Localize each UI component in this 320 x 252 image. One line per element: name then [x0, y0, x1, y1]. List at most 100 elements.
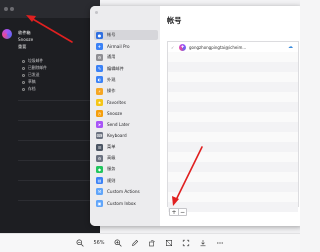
mail-app-titlebar	[0, 0, 100, 18]
preferences-window: ● 帐号 ✈ Airmail Pro ⚙ 通用 ✎ 编辑邮件 ◐ 外观 ⚡ 操作 ★ Favorites ◷…	[90, 6, 300, 226]
folder-icon	[22, 73, 25, 77]
sidebar-item-label: 高级	[107, 155, 116, 161]
sidebar-item[interactable]: ▣ Custom Inbox	[94, 198, 158, 208]
sidebar-item-label: Keyboard	[107, 133, 127, 139]
folder-drafts[interactable]: 草稿	[22, 79, 36, 85]
sidebar-item-icon: ⌨	[96, 132, 103, 140]
viewer-toolbar: 56%	[0, 233, 300, 252]
nav-item-inbox[interactable]: 收件箱	[18, 29, 31, 36]
sidebar-item-icon: ★	[96, 98, 103, 106]
divider	[18, 100, 98, 101]
sidebar-item[interactable]: ◐ 外观	[94, 75, 158, 85]
sidebar-item-label: 通用	[107, 54, 116, 60]
sidebar-item-icon: ⚒	[96, 188, 103, 196]
rotate-button[interactable]	[148, 239, 156, 247]
checkmark-icon[interactable]: ✓	[171, 45, 177, 50]
empty-row	[168, 102, 298, 112]
empty-row	[168, 182, 298, 192]
folder-icon	[22, 80, 25, 84]
sidebar-item[interactable]: ⚡ 操作	[94, 86, 158, 96]
sidebar-item-label: 服务	[107, 166, 116, 172]
mail-app-window: 收件箱 Snooze 重要 垃圾邮件 已删除邮件 已发送 草稿 存档	[0, 0, 100, 233]
folder-icon	[22, 66, 25, 70]
divider	[18, 140, 98, 141]
sidebar-item-icon: ◐	[96, 76, 103, 84]
sidebar-item-label: 帐号	[107, 32, 116, 37]
nav-item-snooze[interactable]: Snooze	[18, 36, 33, 43]
account-avatar-icon: ✚	[179, 43, 186, 51]
page-title: 帐号	[167, 16, 182, 25]
folder-archive[interactable]: 存档	[22, 86, 36, 92]
close-window-button[interactable]	[95, 11, 98, 14]
minimize-window-button[interactable]	[10, 7, 14, 11]
sidebar-item[interactable]: ★ Favorites	[94, 97, 158, 107]
zoom-in-icon	[114, 239, 122, 247]
sidebar-item[interactable]: ⚙ 通用	[94, 52, 158, 62]
sidebar-item-icon: ◆	[96, 165, 103, 173]
sidebar-item-label: 外观	[107, 76, 116, 82]
sidebar-item[interactable]: ☰ 菜单	[94, 142, 158, 152]
empty-row	[168, 162, 298, 172]
account-avatar[interactable]	[2, 29, 12, 39]
sidebar-item-icon: ⚡	[96, 87, 103, 95]
nav-item-important[interactable]: 重要	[18, 43, 26, 50]
divider	[18, 160, 98, 161]
folder-sent[interactable]: 已发送	[22, 72, 39, 78]
sidebar-item[interactable]: ✎ 编辑邮件	[94, 64, 158, 74]
sidebar-item-label: Send Later	[107, 122, 130, 128]
sidebar-item-icon: ◷	[96, 109, 103, 117]
sidebar-item-label: 操作	[107, 88, 116, 93]
sidebar-item[interactable]: ⚒ Custom Actions	[94, 187, 158, 197]
download-icon	[200, 240, 206, 247]
sidebar-item[interactable]: ▤ 规则	[94, 176, 158, 186]
empty-row	[168, 82, 298, 92]
download-button[interactable]	[199, 239, 207, 247]
zoom-out-icon	[76, 239, 85, 247]
empty-row	[168, 62, 298, 72]
sidebar-item-label: 菜单	[107, 144, 116, 149]
sidebar-item-label: Airmail Pro	[107, 43, 130, 49]
account-row[interactable]: ✓ ✚ gongzhongpingtai@icheim... ☁	[168, 42, 298, 52]
preferences-sidebar: ● 帐号 ✈ Airmail Pro ⚙ 通用 ✎ 编辑邮件 ◐ 外观 ⚡ 操作 ★ Favorites ◷…	[90, 6, 160, 226]
folder-icon	[22, 87, 25, 91]
crop-button[interactable]	[165, 239, 173, 247]
sidebar-item-label: Snooze	[107, 110, 123, 116]
sidebar-item-icon: ➤	[96, 121, 103, 129]
account-add-remove: + −	[169, 208, 187, 216]
fullscreen-button[interactable]	[182, 239, 190, 247]
sidebar-item-icon: ☰	[96, 143, 103, 151]
sidebar-item-icon: ⚙	[96, 154, 103, 162]
annotate-button[interactable]	[131, 239, 139, 247]
sidebar-item[interactable]: ⌨ Keyboard	[94, 131, 158, 141]
divider	[18, 200, 98, 201]
sidebar-item[interactable]: ◆ 服务	[94, 164, 158, 174]
sidebar-item[interactable]: ✈ Airmail Pro	[94, 41, 158, 51]
more-button[interactable]	[216, 239, 224, 247]
sidebar-item-label: 编辑邮件	[107, 65, 124, 71]
empty-row	[168, 122, 298, 132]
sidebar-item-icon: ✈	[96, 42, 103, 50]
empty-row	[168, 142, 298, 152]
folder-spam[interactable]: 垃圾邮件	[22, 58, 43, 64]
crop-icon	[165, 239, 172, 247]
cloud-icon: ☁	[288, 44, 293, 50]
sidebar-item[interactable]: ⚙ 高级	[94, 153, 158, 163]
divider	[18, 120, 98, 121]
account-list: ✓ ✚ gongzhongpingtai@icheim... ☁	[167, 41, 299, 212]
sidebar-item[interactable]: ➤ Send Later	[94, 120, 158, 130]
divider	[18, 180, 98, 181]
remove-account-button[interactable]: −	[178, 209, 186, 216]
account-email: gongzhongpingtai@icheim...	[189, 44, 247, 50]
sidebar-item-label: Custom Actions	[107, 189, 140, 195]
expand-icon	[182, 239, 189, 247]
zoom-in-button[interactable]	[114, 239, 122, 247]
folder-trash[interactable]: 已删除邮件	[22, 65, 47, 71]
sidebar-item[interactable]: ● 帐号	[94, 30, 158, 40]
add-account-button[interactable]: +	[170, 209, 178, 216]
sidebar-item[interactable]: ◷ Snooze	[94, 108, 158, 118]
close-window-button[interactable]	[4, 7, 8, 11]
zoom-out-button[interactable]	[76, 239, 85, 247]
pen-icon	[131, 239, 138, 246]
sidebar-item-icon: ●	[96, 31, 103, 39]
sidebar-item-label: Favorites	[107, 99, 126, 105]
